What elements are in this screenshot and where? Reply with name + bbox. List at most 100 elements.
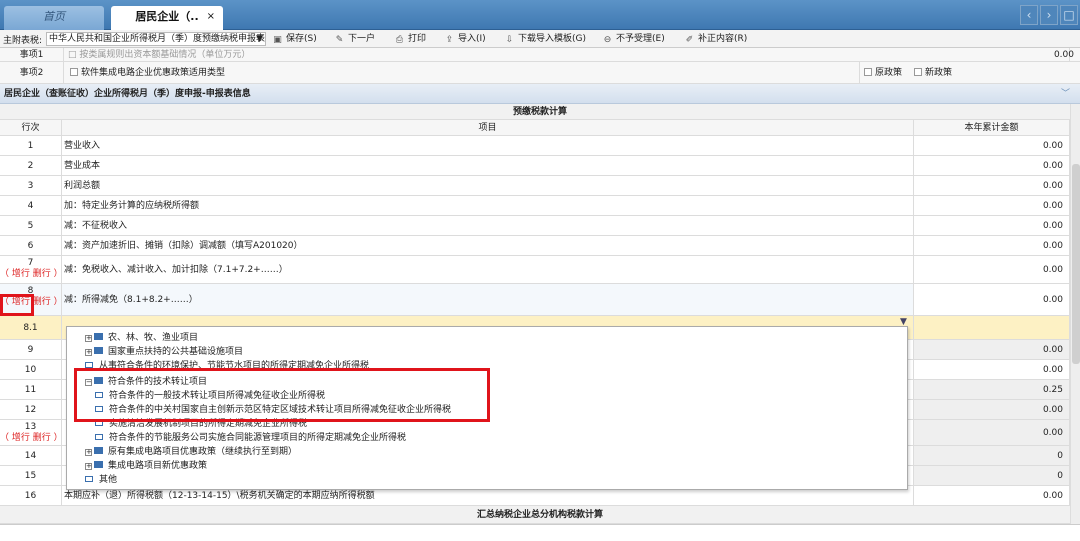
row-number: 8.1 xyxy=(0,316,62,339)
item1-label: 事项1 xyxy=(0,48,64,61)
tab-active[interactable]: 居民企业（.. × xyxy=(111,6,223,30)
row-number: 16 xyxy=(0,486,62,505)
reject-button[interactable]: ⊖ 不予受理(E) xyxy=(602,32,665,46)
row-amount-input[interactable] xyxy=(914,316,1070,339)
row-amount-input[interactable]: 0.00 xyxy=(914,420,1070,445)
row-amount-input[interactable]: 0.00 xyxy=(914,156,1070,175)
form-select[interactable]: 中华人民共和国企业所得税月（季）度预缴纳税申报表 ▼ xyxy=(46,32,266,46)
item2-checkbox[interactable] xyxy=(70,68,78,76)
table-row: 1 营业收入 0.00 xyxy=(0,136,1080,156)
folder-icon xyxy=(94,347,103,354)
dropdown-option-label: 符合条件的节能服务公司实施合同能源管理项目的所得定期减免企业所得税 xyxy=(109,433,407,443)
chevron-right-icon: › xyxy=(1046,8,1052,22)
import-button[interactable]: ⇪ 导入(I) xyxy=(444,32,486,46)
expand-icon[interactable]: + xyxy=(85,349,92,356)
old-policy-checkbox[interactable] xyxy=(864,68,872,76)
vertical-scrollbar[interactable] xyxy=(1070,104,1080,524)
section-title: 居民企业（查账征收）企业所得税月（季）度申报-申报表信息 xyxy=(4,89,251,99)
dropdown-option-label: 集成电路项目新优惠政策 xyxy=(108,461,208,471)
row-amount-input[interactable]: 0.00 xyxy=(914,256,1070,283)
table-row: 6 减：资产加速折旧、摊销（扣除）调减额（填写A201020） 0.00 xyxy=(0,236,1080,256)
row-number: 6 xyxy=(0,236,62,255)
dropdown-option[interactable]: 符合条件的节能服务公司实施合同能源管理项目的所得定期减免企业所得税 xyxy=(95,431,406,445)
dropdown-option[interactable]: + 国家重点扶持的公共基础设施项目 xyxy=(85,345,243,359)
row-amount-input[interactable]: 0.00 xyxy=(914,176,1070,195)
row-number: 4 xyxy=(0,196,62,215)
expand-icon[interactable]: + xyxy=(85,449,92,456)
new-policy-checkbox[interactable] xyxy=(914,68,922,76)
row-number-text: 1 xyxy=(27,141,34,151)
table-row: 8 （ 增行 删行 ）减：所得减免（8.1+8.2+……） 0.00 xyxy=(0,284,1080,316)
new-policy-option[interactable]: 新政策 xyxy=(914,62,952,84)
old-policy-option[interactable]: 原政策 xyxy=(864,62,902,84)
col-header-no: 行次 xyxy=(0,120,62,135)
row-amount-input[interactable]: 0.25 xyxy=(914,380,1070,399)
document-icon xyxy=(95,434,103,440)
folder-icon xyxy=(94,447,103,454)
tab-home[interactable]: 首页 xyxy=(4,6,104,30)
row-amount-input[interactable]: 0.00 xyxy=(914,236,1070,255)
item2-option[interactable]: 软件集成电路企业优惠政策适用类型 xyxy=(64,62,860,83)
expand-icon[interactable]: + xyxy=(85,463,92,470)
next-record-label: 下一户 xyxy=(348,34,376,44)
expand-icon[interactable]: + xyxy=(85,335,92,342)
row-item-label: 利润总额 xyxy=(62,176,914,195)
next-tab-button[interactable]: › xyxy=(1040,5,1058,25)
table-header: 行次 项目 本年累计金额 xyxy=(0,120,1080,136)
item2-label: 事项2 xyxy=(0,62,64,83)
download-icon: ⇩ xyxy=(505,35,514,45)
close-icon[interactable]: × xyxy=(207,6,215,28)
row-number-text: 3 xyxy=(27,181,34,191)
row-number-text: 10 xyxy=(24,365,37,375)
row-number: 15 xyxy=(0,466,62,485)
row-amount-input[interactable]: 0.00 xyxy=(914,340,1070,359)
download-template-label: 下载导入模板(G) xyxy=(518,34,586,44)
prev-tab-button[interactable]: ‹ xyxy=(1020,5,1038,25)
dropdown-option[interactable]: + 集成电路项目新优惠政策 xyxy=(85,459,207,473)
dropdown-option-label: 原有集成电路项目优惠政策（继续执行至到期） xyxy=(108,447,298,457)
item1-text: □ 按类属规则出资本额基础情况（单位万元） xyxy=(64,48,1070,61)
supplement-label: 补正内容(R) xyxy=(698,34,748,44)
print-button[interactable]: ⎙ 打印 xyxy=(394,32,426,46)
form-select-value: 中华人民共和国企业所得税月（季）度预缴纳税申报表 xyxy=(49,34,266,44)
next-record-button[interactable]: ✎ 下一户 xyxy=(334,32,375,46)
row-amount-input[interactable]: 0.00 xyxy=(914,136,1070,155)
dropdown-option[interactable]: + 农、林、牧、渔业项目 xyxy=(85,331,198,345)
tab-home-label: 首页 xyxy=(43,10,65,23)
row-amount-input[interactable]: 0.00 xyxy=(914,486,1070,505)
table-row: 7 （ 增行 删行 ）减：免税收入、减计收入、加计扣除（7.1+7.2+……） 0.… xyxy=(0,256,1080,284)
minus-circle-icon: ⊖ xyxy=(603,35,612,45)
item1-amount: 0.00 xyxy=(1053,50,1074,60)
save-icon: ▣ xyxy=(273,35,282,45)
chevron-down-icon[interactable]: ﹀ xyxy=(1061,84,1070,104)
row-amount-input[interactable]: 0.00 xyxy=(914,196,1070,215)
dropdown-option[interactable]: 其他 xyxy=(85,473,117,487)
row-amount-input[interactable]: 0.00 xyxy=(914,284,1070,315)
dropdown-option[interactable]: + 原有集成电路项目优惠政策（继续执行至到期） xyxy=(85,445,297,459)
form-select-label: 主附表税: xyxy=(3,36,43,46)
folder-icon xyxy=(94,333,103,340)
add-delete-row-link[interactable]: （ 增行 删行 ） xyxy=(0,269,63,280)
download-template-button[interactable]: ⇩ 下载导入模板(G) xyxy=(504,32,586,46)
section-header[interactable]: 居民企业（查账征收）企业所得税月（季）度申报-申报表信息 ﹀ xyxy=(0,84,1080,104)
row-amount-input[interactable]: 0 xyxy=(914,466,1070,485)
import-label: 导入(I) xyxy=(458,34,486,44)
maximize-button[interactable]: □ xyxy=(1060,5,1078,25)
row-item-label: 营业成本 xyxy=(62,156,914,175)
add-delete-row-link[interactable]: （ 增行 删行 ） xyxy=(0,433,63,444)
row-amount-input[interactable]: 0 xyxy=(914,446,1070,465)
row-number-text: 4 xyxy=(27,201,34,211)
row-number: 13 （ 增行 删行 ） xyxy=(0,420,63,445)
supplement-button[interactable]: ✐ 补正内容(R) xyxy=(684,32,748,46)
row-amount-input[interactable]: 0.00 xyxy=(914,360,1070,379)
row-amount-input[interactable]: 0.00 xyxy=(914,400,1070,419)
table-caption: 预缴税款计算 xyxy=(0,104,1080,120)
pen-icon: ✐ xyxy=(685,35,694,45)
row-number-text: 16 xyxy=(24,491,37,501)
row-number: 3 xyxy=(0,176,62,195)
save-button[interactable]: ▣ 保存(S) xyxy=(272,32,317,46)
scrollbar-thumb[interactable] xyxy=(1072,164,1080,364)
row-number: 12 xyxy=(0,400,62,419)
row-amount-input[interactable]: 0.00 xyxy=(914,216,1070,235)
tab-bar: 首页 居民企业（.. × ‹ › □ xyxy=(0,0,1080,30)
